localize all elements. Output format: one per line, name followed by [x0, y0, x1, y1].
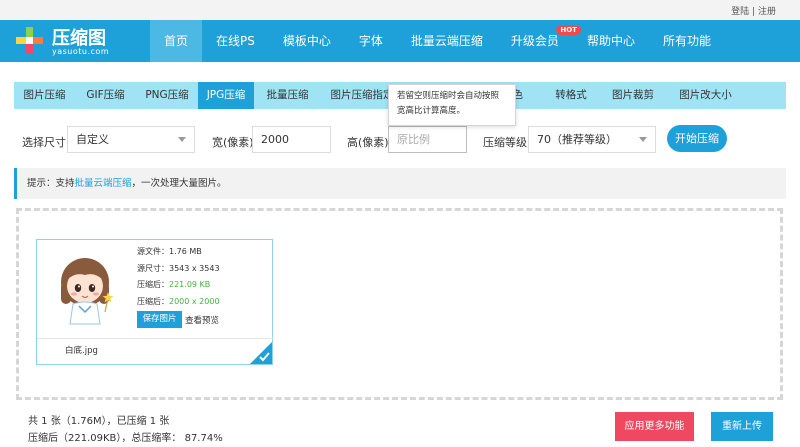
- start-compress-button[interactable]: 开始压缩: [667, 125, 727, 152]
- nav-all-features[interactable]: 所有功能: [649, 20, 725, 62]
- compressed-dimensions: 2000 x 2000: [169, 296, 220, 306]
- tab-png-compress[interactable]: PNG压缩: [136, 82, 198, 109]
- stats-line-2: 压缩后（221.09KB），总压缩率： 87.74%: [28, 433, 223, 444]
- checkmark-icon[interactable]: [250, 342, 272, 364]
- nav-batch-cloud[interactable]: 批量云端压缩: [397, 20, 497, 62]
- image-thumbnail[interactable]: [45, 248, 125, 328]
- compressed-dim-row: 压缩后：2000 x 2000: [137, 296, 220, 306]
- file-info: 源文件：1.76 MB 源尺寸：3543 x 3543 压缩后：221.09 K…: [137, 244, 220, 310]
- width-input[interactable]: 2000: [252, 126, 331, 153]
- height-input[interactable]: 原比例: [388, 126, 467, 153]
- file-card: 源文件：1.76 MB 源尺寸：3543 x 3543 压缩后：221.09 K…: [36, 239, 274, 365]
- size-label: 选择尺寸: [22, 136, 66, 149]
- chevron-down-icon: [178, 137, 186, 142]
- compressed-size: 221.09 KB: [169, 280, 211, 289]
- tab-resize[interactable]: 图片改大小: [665, 82, 746, 109]
- tab-convert-format[interactable]: 转格式: [541, 82, 601, 109]
- height-tooltip: 若留空则压缩时会自动按照宽高比计算高度。: [388, 84, 516, 126]
- level-label: 压缩等级: [483, 136, 527, 149]
- batch-cloud-link[interactable]: 批量云端压缩: [75, 178, 132, 189]
- file-name: 白底.jpg: [65, 346, 98, 356]
- nav-templates[interactable]: 模板中心: [269, 20, 345, 62]
- more-features-button[interactable]: 应用更多功能: [615, 412, 694, 441]
- source-dimensions: 源尺寸：3543 x 3543: [137, 263, 220, 273]
- tab-crop[interactable]: 图片裁剪: [601, 82, 665, 109]
- logo-icon[interactable]: [14, 25, 44, 55]
- card-divider: [37, 338, 274, 339]
- stats-line-1: 共 1 张（1.76M），已压缩 1 张: [28, 416, 170, 427]
- height-label: 高(像素): [347, 136, 389, 149]
- brand-domain: yasuotu.com: [52, 47, 110, 56]
- auth-links: 登陆 | 注册: [731, 4, 776, 17]
- preview-link[interactable]: 查看预览: [185, 314, 219, 326]
- auth-separator: |: [752, 7, 756, 17]
- nav-fonts[interactable]: 字体: [345, 20, 397, 62]
- tab-gif-compress[interactable]: GIF压缩: [75, 82, 136, 109]
- save-image-button[interactable]: 保存图片: [137, 311, 182, 328]
- chevron-down-icon: [639, 137, 647, 142]
- nav-online-ps[interactable]: 在线PS: [202, 20, 269, 62]
- register-link[interactable]: 注册: [758, 7, 776, 17]
- tab-jpg-compress[interactable]: JPG压缩: [198, 82, 254, 109]
- size-select[interactable]: 自定义: [67, 126, 195, 153]
- reupload-button[interactable]: 重新上传: [711, 412, 773, 441]
- main-header: 压缩图 yasuotu.com 首页 在线PS 模板中心 字体 批量云端压缩 升…: [0, 20, 800, 62]
- nav-help[interactable]: 帮助中心: [573, 20, 649, 62]
- tab-batch-compress[interactable]: 批量压缩: [254, 82, 321, 109]
- source-size: 源文件：1.76 MB: [137, 247, 202, 256]
- width-label: 宽(像素): [212, 136, 254, 149]
- nav-home[interactable]: 首页: [150, 20, 203, 62]
- tab-image-compress[interactable]: 图片压缩: [14, 82, 75, 109]
- tip-notice: 提示：支持批量云端压缩，一次处理大量图片。: [14, 168, 786, 199]
- top-strip: 登陆 | 注册: [0, 0, 800, 20]
- main-nav: 首页 在线PS 模板中心 字体 批量云端压缩 升级会员 HOT 帮助中心 所有功能: [150, 20, 725, 62]
- login-link[interactable]: 登陆: [731, 7, 749, 17]
- nav-upgrade[interactable]: 升级会员 HOT: [497, 20, 581, 62]
- compressed-size-row: 压缩后：221.09 KB: [137, 280, 211, 289]
- level-select[interactable]: 70（推荐等级）: [528, 126, 656, 153]
